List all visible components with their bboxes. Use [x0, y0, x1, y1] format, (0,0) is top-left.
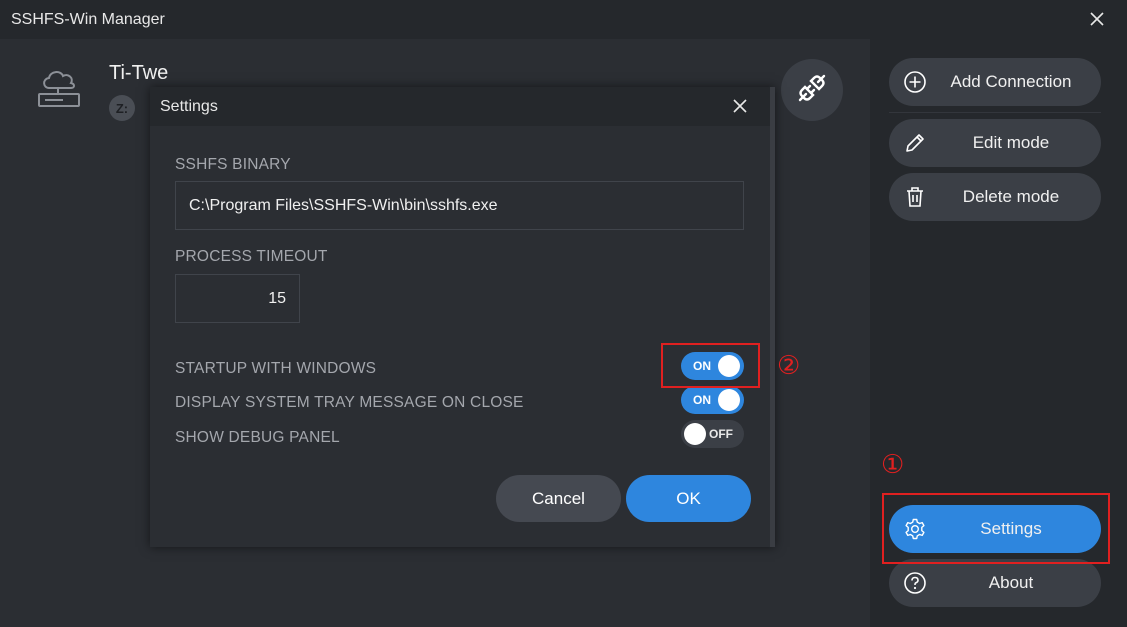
annotation-box-settings — [882, 493, 1110, 564]
dialog-scrollbar[interactable] — [770, 87, 775, 547]
trash-icon — [903, 185, 927, 209]
toggle-knob — [718, 389, 740, 411]
dialog-header: Settings — [150, 87, 775, 126]
annotation-box-startup-toggle — [661, 343, 760, 388]
debug-panel-toggle[interactable]: OFF — [681, 420, 744, 448]
settings-dialog: Settings SSHFS BINARY PROCESS TIMEOUT ST… — [150, 87, 775, 547]
about-button[interactable]: About — [889, 559, 1101, 607]
title-bar: SSHFS-Win Manager — [0, 0, 1127, 39]
toggle-state: OFF — [709, 427, 733, 441]
close-icon[interactable] — [1087, 9, 1107, 29]
toggle-knob — [684, 423, 706, 445]
ok-button[interactable]: OK — [626, 475, 751, 522]
process-timeout-label: PROCESS TIMEOUT — [175, 248, 328, 265]
pencil-icon — [903, 131, 927, 155]
process-timeout-input[interactable] — [175, 274, 300, 323]
connect-button[interactable] — [781, 59, 843, 121]
startup-with-windows-label: STARTUP WITH WINDOWS — [175, 360, 377, 377]
delete-mode-button[interactable]: Delete mode — [889, 173, 1101, 221]
connection-name: Ti-Twe — [109, 62, 169, 84]
plus-circle-icon — [903, 70, 927, 94]
annotation-step-2: ② — [777, 350, 801, 380]
sidebar-divider — [889, 112, 1101, 113]
cancel-button[interactable]: Cancel — [496, 475, 621, 522]
cloud-server-icon — [36, 68, 82, 115]
dialog-title: Settings — [160, 97, 218, 115]
close-icon[interactable] — [730, 96, 750, 116]
edit-mode-button[interactable]: Edit mode — [889, 119, 1101, 167]
debug-panel-label: SHOW DEBUG PANEL — [175, 429, 340, 446]
tray-message-label: DISPLAY SYSTEM TRAY MESSAGE ON CLOSE — [175, 394, 524, 411]
sshfs-binary-label: SSHFS BINARY — [175, 156, 291, 173]
help-circle-icon — [903, 571, 927, 595]
drive-letter-badge: Z: — [109, 95, 135, 121]
window-title: SSHFS-Win Manager — [11, 10, 165, 28]
plug-icon — [796, 72, 828, 109]
add-connection-button[interactable]: Add Connection — [889, 58, 1101, 106]
annotation-step-1: ① — [881, 449, 905, 479]
toggle-state: ON — [693, 393, 711, 407]
sshfs-binary-input[interactable] — [175, 181, 744, 230]
tray-message-toggle[interactable]: ON — [681, 386, 744, 414]
